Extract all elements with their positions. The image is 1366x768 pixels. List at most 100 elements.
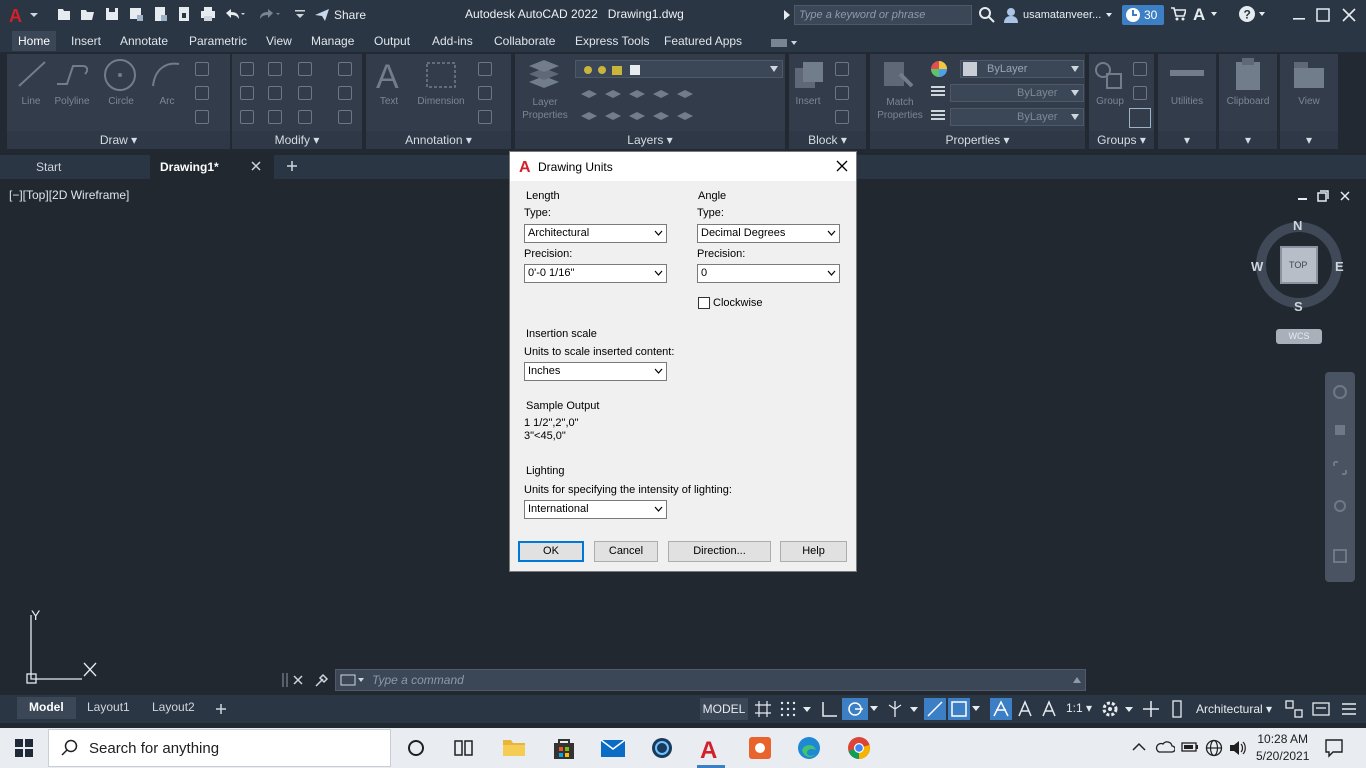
group-select-icon[interactable] (1129, 108, 1151, 128)
offset-icon[interactable] (338, 110, 352, 124)
clipboard-label[interactable]: Clipboard (1223, 96, 1273, 107)
open-from-web-icon[interactable] (152, 6, 168, 22)
cortana-icon[interactable] (406, 738, 426, 758)
help-icon[interactable]: ? (1238, 5, 1266, 23)
trim-icon[interactable] (298, 62, 312, 76)
panel-layers-label[interactable]: Layers ▾ (515, 131, 785, 149)
autocad-logo-icon[interactable]: A (8, 5, 40, 25)
tab-annotate[interactable]: Annotate (114, 31, 174, 51)
leader-style-icon[interactable] (478, 86, 492, 100)
polyline-tool-icon[interactable] (53, 58, 93, 90)
vpn-app-icon[interactable] (650, 736, 674, 760)
command-expand-icon[interactable] (1073, 677, 1081, 683)
panel-annotation-label[interactable]: Annotation ▾ (366, 131, 511, 149)
user-account[interactable]: usamatanveer... (1003, 5, 1113, 25)
viewcube[interactable]: N S E W TOP (1250, 216, 1350, 316)
mirror-icon[interactable] (268, 86, 282, 100)
steering-wheel-icon[interactable] (1332, 384, 1348, 400)
windows-start-icon[interactable] (14, 738, 34, 758)
annotation-scale-icon[interactable] (1040, 700, 1058, 718)
angle-type-select[interactable]: Decimal Degrees (697, 224, 840, 243)
match-properties-icon[interactable] (882, 60, 914, 90)
auto-scale-icon[interactable] (1016, 700, 1034, 718)
annotation-scale-value[interactable]: 1:1 ▾ (1066, 701, 1092, 715)
maximize-icon[interactable] (1314, 6, 1332, 24)
explode-icon[interactable] (338, 86, 352, 100)
chrome-icon[interactable] (846, 735, 872, 761)
insertion-scale-select[interactable]: Inches (524, 362, 667, 381)
search-icon[interactable] (978, 6, 996, 24)
grid-icon[interactable] (754, 700, 772, 718)
rotate-icon[interactable] (268, 62, 282, 76)
viewport-restore-icon[interactable] (1317, 190, 1329, 202)
onedrive-icon[interactable] (1155, 740, 1175, 754)
save-as-icon[interactable] (128, 6, 144, 22)
file-explorer-icon[interactable] (502, 736, 526, 758)
notifications-icon[interactable] (1324, 738, 1344, 758)
units-dropdown[interactable]: Architectural ▾ (1196, 702, 1272, 716)
clean-screen-icon[interactable] (1312, 700, 1330, 718)
clockwise-label[interactable]: Clockwise (713, 297, 763, 309)
command-close-icon[interactable] (292, 674, 304, 686)
keyword-search-input[interactable]: Type a keyword or phrase (794, 5, 972, 25)
text-tool-icon[interactable]: A (374, 56, 406, 92)
dimension-tool-icon[interactable] (424, 60, 458, 90)
ribbon-options-icon[interactable] (770, 37, 798, 49)
volume-icon[interactable] (1229, 740, 1247, 756)
wcs-menu[interactable]: WCS (1276, 329, 1322, 344)
task-view-icon[interactable] (453, 738, 475, 758)
clipboard-icon[interactable] (1233, 58, 1263, 92)
table-icon[interactable] (478, 110, 492, 124)
search-expand-icon[interactable] (784, 10, 790, 20)
block-attributes-icon[interactable] (835, 110, 849, 124)
layer-properties-label[interactable]: Layer Properties (519, 96, 571, 122)
media-app-icon[interactable] (748, 736, 772, 760)
command-grip-icon[interactable] (282, 672, 288, 688)
text-tool-label[interactable]: Text (364, 96, 414, 107)
circle-tool-icon[interactable] (103, 58, 137, 92)
model-space-button[interactable]: MODEL (700, 698, 748, 720)
open-file-icon[interactable] (80, 6, 96, 22)
panel-draw-label[interactable]: Draw ▾ (7, 131, 230, 149)
dimension-tool-label[interactable]: Dimension (416, 96, 466, 107)
close-icon[interactable] (1340, 6, 1358, 24)
length-precision-select[interactable]: 0'-0 1/16" (524, 264, 667, 283)
mail-icon[interactable] (600, 737, 626, 759)
viewcube-south[interactable]: S (1294, 299, 1303, 314)
viewport-close-icon[interactable] (1339, 190, 1351, 202)
plot-icon[interactable] (200, 6, 216, 22)
edit-block-icon[interactable] (835, 86, 849, 100)
command-history-icon[interactable] (340, 674, 364, 686)
viewcube-north[interactable]: N (1293, 218, 1302, 233)
annotation-monitor-icon[interactable] (1142, 700, 1160, 718)
add-layout-icon[interactable] (215, 703, 227, 715)
command-input[interactable]: Type a command (335, 669, 1086, 691)
tab-insert[interactable]: Insert (65, 31, 107, 51)
workspace-gear-icon[interactable] (1101, 700, 1135, 718)
subscription-timer-badge[interactable]: 30 (1122, 5, 1164, 25)
arc-tool-label[interactable]: Arc (142, 96, 192, 107)
direction-button[interactable]: Direction... (668, 541, 771, 562)
cancel-button[interactable]: Cancel (594, 541, 658, 562)
tab-layout2[interactable]: Layout2 (140, 697, 207, 719)
viewport-controls[interactable]: [−][Top][2D Wireframe] (9, 188, 129, 202)
annotation-visibility-icon[interactable] (990, 698, 1012, 720)
cart-icon[interactable] (1170, 6, 1186, 22)
customize-status-icon[interactable] (1340, 700, 1358, 718)
osnap-dropdown-icon[interactable] (972, 704, 980, 712)
hatch-tool-icon[interactable] (195, 86, 209, 100)
isodraft-icon[interactable] (886, 700, 920, 718)
undo-icon[interactable] (224, 6, 245, 22)
insert-block-label[interactable]: Insert (783, 96, 833, 107)
copy-icon[interactable] (240, 86, 254, 100)
view-label[interactable]: View (1284, 96, 1334, 107)
edge-icon[interactable] (796, 735, 822, 761)
rectangle-tool-icon[interactable] (195, 62, 209, 76)
arc-tool-icon[interactable] (149, 58, 183, 90)
viewport-minimize-icon[interactable] (1297, 190, 1309, 202)
view-icon[interactable] (1292, 60, 1326, 90)
tab-home[interactable]: Home (12, 31, 57, 51)
ok-button[interactable]: OK (518, 541, 584, 562)
stretch-icon[interactable] (240, 110, 254, 124)
help-button[interactable]: Help (780, 541, 847, 562)
